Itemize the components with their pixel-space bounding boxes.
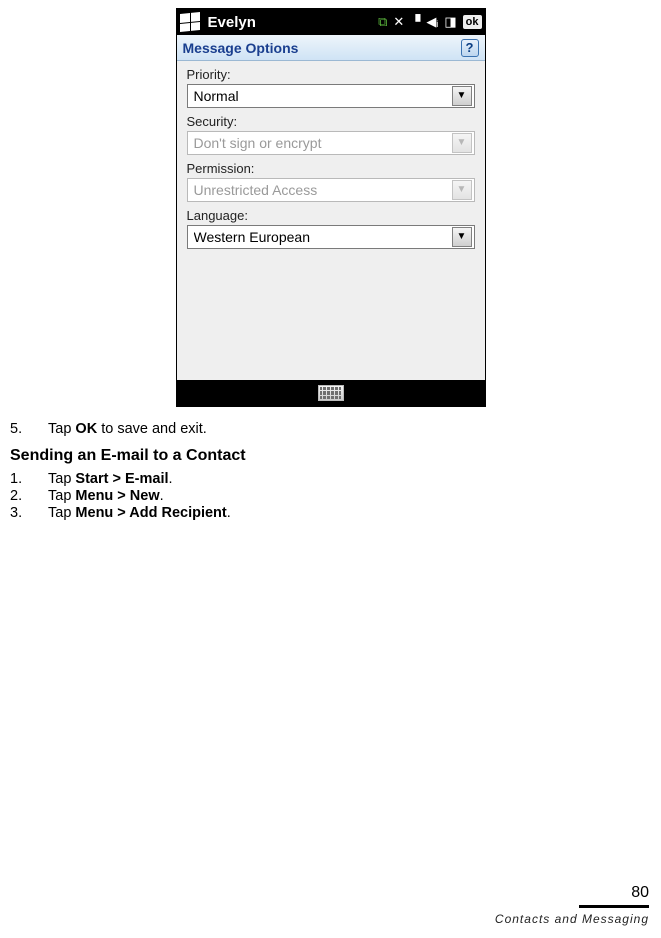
step-item: 1. Tap Start > E-mail. [10, 471, 651, 487]
volume-icon: ◀ᵢ [426, 14, 438, 30]
ok-button[interactable]: ok [463, 15, 482, 29]
step-number: 3. [10, 505, 48, 521]
language-label: Language: [187, 208, 475, 223]
page-footer: 80 Contacts and Messaging [495, 884, 649, 926]
previous-step: 5. Tap OK to save and exit. [10, 421, 651, 437]
chevron-down-icon: ▼ [452, 133, 472, 153]
step-text: Tap Menu > New. [48, 488, 164, 504]
bottom-bar [177, 380, 485, 406]
keyboard-icon[interactable] [318, 385, 344, 401]
chevron-down-icon: ▼ [452, 180, 472, 200]
step-number: 1. [10, 471, 48, 487]
step-text: Tap Start > E-mail. [48, 471, 173, 487]
step-text: Tap Menu > Add Recipient. [48, 505, 231, 521]
chevron-down-icon[interactable]: ▼ [452, 86, 472, 106]
device-screenshot: Evelyn ⧉ ✕ ▝ ◀ᵢ ◨ ok Message Options ? P… [176, 8, 486, 407]
permission-field: Permission: Unrestricted Access ▼ [187, 161, 475, 202]
step-number: 5. [10, 421, 48, 437]
window-titlebar: Message Options ? [177, 35, 485, 61]
page-number: 80 [495, 884, 649, 904]
help-button[interactable]: ? [461, 39, 479, 57]
permission-value: Unrestricted Access [194, 182, 452, 198]
language-field: Language: Western European ▼ [187, 208, 475, 249]
chevron-down-icon[interactable]: ▼ [452, 227, 472, 247]
language-value: Western European [194, 229, 452, 245]
section-heading: Sending an E-mail to a Contact [10, 447, 651, 465]
status-title: Evelyn [208, 14, 256, 31]
footer-section-label: Contacts and Messaging [495, 912, 649, 926]
start-icon[interactable] [180, 12, 200, 32]
steps-list: 1. Tap Start > E-mail. 2. Tap Menu > New… [10, 471, 651, 521]
connectivity-icon: ⧉ [378, 14, 387, 30]
window-title: Message Options [183, 40, 461, 56]
step-text: Tap OK to save and exit. [48, 421, 207, 437]
status-icons: ⧉ ✕ ▝ ◀ᵢ ◨ ok [378, 14, 481, 30]
permission-select: Unrestricted Access ▼ [187, 178, 475, 202]
status-bar: Evelyn ⧉ ✕ ▝ ◀ᵢ ◨ ok [177, 9, 485, 35]
language-select[interactable]: Western European ▼ [187, 225, 475, 249]
step-item: 5. Tap OK to save and exit. [10, 421, 651, 437]
priority-label: Priority: [187, 67, 475, 82]
form-area: Priority: Normal ▼ Security: Don't sign … [177, 61, 485, 380]
battery-icon: ◨ [444, 14, 456, 30]
priority-value: Normal [194, 88, 452, 104]
security-value: Don't sign or encrypt [194, 135, 452, 151]
footer-divider [579, 905, 649, 908]
sync-icon: ✕ [393, 14, 404, 30]
security-select: Don't sign or encrypt ▼ [187, 131, 475, 155]
security-label: Security: [187, 114, 475, 129]
signal-icon: ▝ [410, 14, 420, 30]
priority-field: Priority: Normal ▼ [187, 67, 475, 108]
step-item: 3. Tap Menu > Add Recipient. [10, 505, 651, 521]
step-number: 2. [10, 488, 48, 504]
step-item: 2. Tap Menu > New. [10, 488, 651, 504]
permission-label: Permission: [187, 161, 475, 176]
priority-select[interactable]: Normal ▼ [187, 84, 475, 108]
security-field: Security: Don't sign or encrypt ▼ [187, 114, 475, 155]
